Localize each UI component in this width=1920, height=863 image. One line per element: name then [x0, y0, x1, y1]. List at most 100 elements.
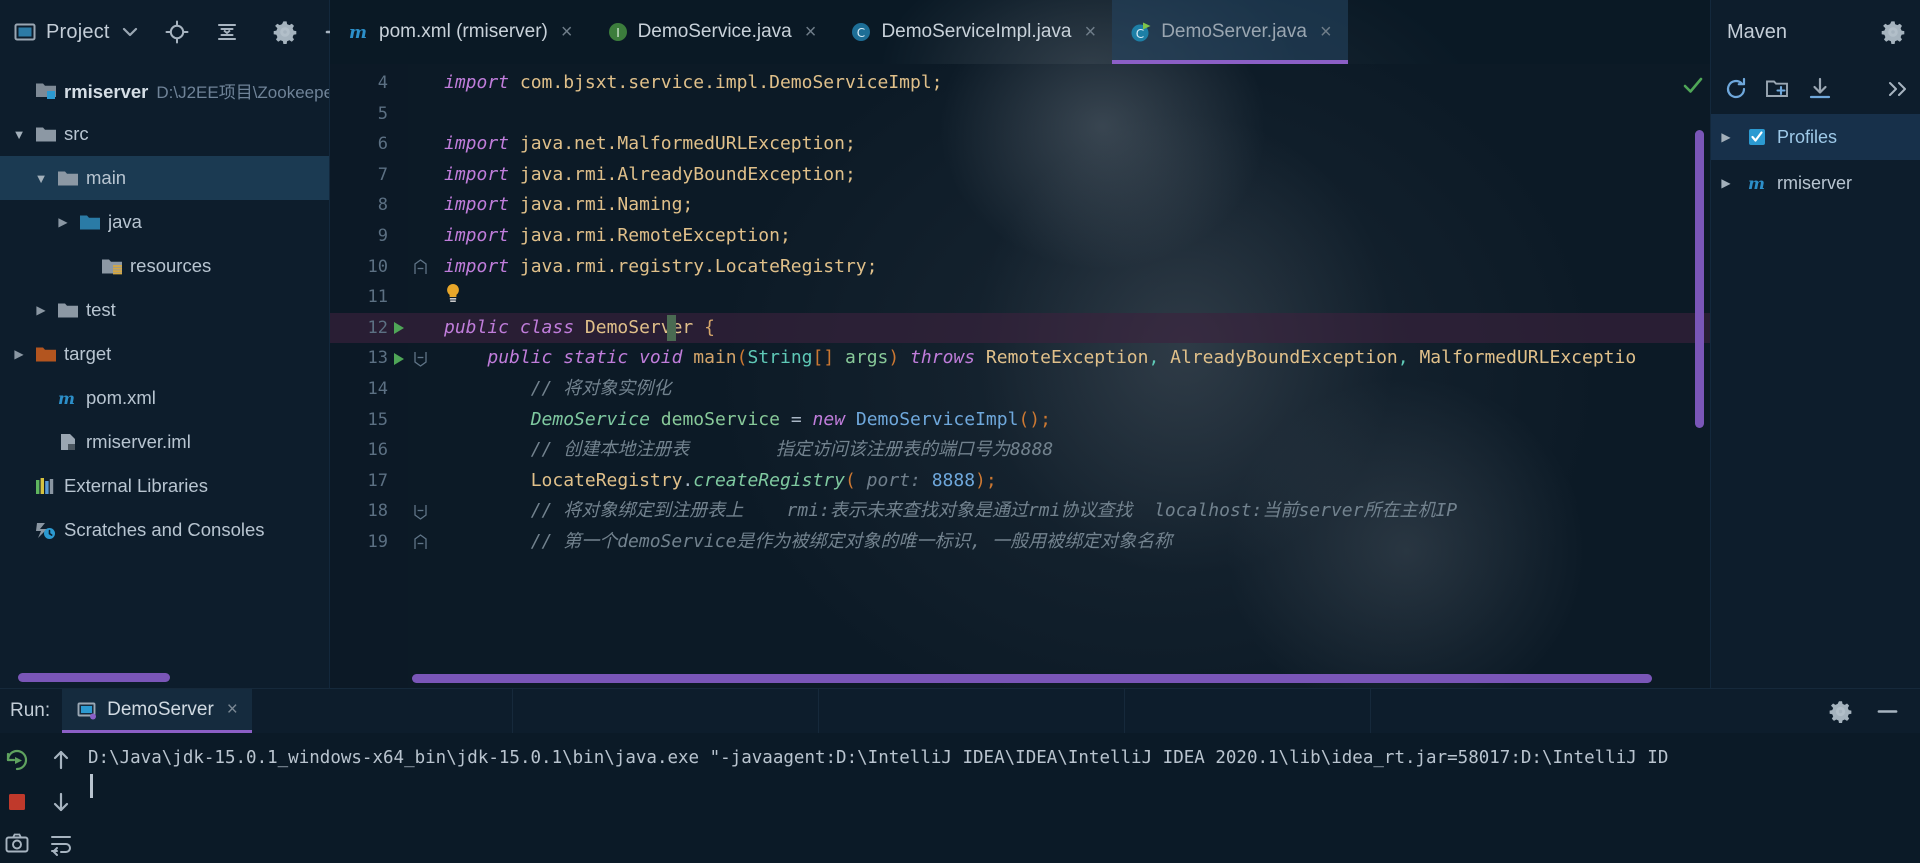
stop-icon[interactable] — [0, 783, 36, 821]
run-gutter-icon[interactable] — [388, 320, 410, 336]
close-icon[interactable]: × — [561, 22, 573, 42]
code-token: // 第一个demoService是作为被绑定对象的唯一标识, 一般用被绑定对象… — [444, 530, 1173, 552]
editor-tab-label: DemoService.java — [637, 21, 792, 42]
tree-row-src[interactable]: ▼ src — [0, 112, 329, 156]
gear-icon[interactable] — [1880, 19, 1906, 45]
tree-arrow-expanded[interactable]: ▼ — [6, 127, 32, 142]
code-editor[interactable]: 4 import com.bjsxt.service.impl.DemoServi… — [330, 64, 1710, 688]
code-line[interactable]: 17 LocateRegistry.createRegistry( port: … — [330, 466, 1710, 497]
scroll-up-icon[interactable] — [42, 741, 80, 779]
code-line[interactable]: 9 import java.rmi.RemoteException; — [330, 221, 1710, 252]
line-number: 8 — [377, 195, 388, 216]
tree-row-external-libraries[interactable]: External Libraries — [0, 464, 329, 508]
code-line[interactable]: 8 import java.rmi.Naming; — [330, 190, 1710, 221]
refresh-icon[interactable] — [1723, 76, 1749, 102]
inspection-ok-icon[interactable] — [1682, 74, 1704, 102]
chevron-down-icon[interactable] — [120, 22, 140, 42]
tree-row-pom-xml[interactable]: m pom.xml — [0, 376, 329, 420]
locate-icon[interactable] — [164, 19, 190, 45]
close-icon[interactable]: × — [1085, 22, 1097, 42]
editor-tab-demoserviceimpl[interactable]: C DemoServiceImpl.java × — [832, 0, 1112, 64]
gear-icon[interactable] — [272, 19, 298, 45]
line-number: 4 — [377, 73, 388, 93]
svg-text:m: m — [1748, 174, 1765, 193]
maven-row-profiles[interactable]: ▶ Profiles — [1711, 114, 1920, 160]
maven-file-icon: m — [54, 388, 82, 408]
line-number: 13 — [367, 348, 388, 369]
download-icon[interactable] — [1807, 76, 1833, 102]
project-title[interactable]: Project — [46, 21, 110, 44]
editor-tab-pom-xml[interactable]: m pom.xml (rmiserver) × — [330, 0, 589, 64]
more-icon[interactable] — [1886, 77, 1910, 101]
code-line[interactable]: 5 — [330, 99, 1710, 130]
camera-icon[interactable] — [0, 825, 36, 863]
code-line[interactable]: 14 // 将对象实例化 — [330, 374, 1710, 405]
fold-marker-icon[interactable] — [410, 259, 430, 275]
line-number: 9 — [377, 225, 388, 246]
code-line[interactable]: 19 // 第一个demoService是作为被绑定对象的唯一标识, 一般用被绑… — [330, 527, 1710, 558]
code-line[interactable]: 12 public class DemoServer { — [330, 312, 1710, 344]
editor-vertical-scrollbar[interactable] — [1695, 130, 1704, 428]
fold-marker-icon[interactable] — [410, 504, 430, 520]
code-line[interactable]: 13 public static void main(String[] args… — [330, 343, 1710, 374]
code-line[interactable]: 4 import com.bjsxt.service.impl.DemoServi… — [330, 68, 1710, 99]
editor-tab-demoservice[interactable]: I DemoService.java × — [589, 0, 833, 64]
tree-row-java[interactable]: ▶ java — [0, 200, 329, 244]
code-line[interactable]: 11 — [330, 282, 1710, 313]
tree-arrow-collapsed[interactable]: ▶ — [1715, 176, 1737, 190]
minimize-icon[interactable] — [1875, 699, 1900, 724]
code-line[interactable]: 16 // 创建本地注册表 指定访问该注册表的端口号为8888 — [330, 435, 1710, 466]
code-line[interactable]: 10 import java.rmi.registry.LocateRegistr… — [330, 252, 1710, 283]
maven-title: Maven — [1727, 20, 1788, 43]
tree-row-test[interactable]: ▶ test — [0, 288, 329, 332]
code-line[interactable]: 18 // 将对象绑定到注册表上 rmi:表示未来查找对象是通过rmi协议查找 … — [330, 496, 1710, 527]
tree-row-label: test — [86, 299, 116, 320]
tree-arrow-collapsed[interactable]: ▶ — [1715, 130, 1737, 144]
close-icon[interactable]: × — [805, 22, 817, 42]
tree-arrow-expanded[interactable]: ▼ — [28, 171, 54, 186]
tree-arrow-collapsed[interactable]: ▶ — [6, 347, 32, 361]
code-token: import — [444, 224, 520, 246]
intention-bulb-icon[interactable] — [444, 283, 462, 316]
project-tree[interactable]: rmiserverD:\J2EE项目\ZookeeperPro ▼ src ▼ … — [0, 64, 330, 688]
tree-row-scratches-and-consoles[interactable]: Scratches and Consoles — [0, 508, 329, 552]
collapse-all-icon[interactable] — [214, 19, 240, 45]
tree-arrow-collapsed[interactable]: ▶ — [28, 303, 54, 317]
code-token: import — [444, 255, 520, 277]
code-token: // 将对象绑定到注册表上 rmi:表示未来查找对象是通过rmi协议查找 loc… — [444, 500, 1458, 522]
soft-wrap-icon[interactable] — [42, 825, 80, 863]
run-tab-demoserver[interactable]: DemoServer × — [62, 689, 252, 733]
code-content[interactable]: 4 import com.bjsxt.service.impl.DemoServi… — [330, 64, 1710, 688]
tree-row-label: rmiserverD:\J2EE项目\ZookeeperPro — [64, 78, 329, 103]
editor-tabs: m pom.xml (rmiserver) × I DemoService.ja… — [330, 0, 1349, 64]
maven-row-rmiserver[interactable]: ▶ m rmiserver — [1711, 160, 1920, 206]
tree-row-rmiserver[interactable]: rmiserverD:\J2EE项目\ZookeeperPro — [0, 68, 329, 112]
code-line[interactable]: 6 import java.net.MalformedURLException; — [330, 129, 1710, 160]
run-gutter-icon[interactable] — [388, 351, 410, 367]
code-line[interactable]: 7 import java.rmi.AlreadyBoundException; — [330, 160, 1710, 191]
scroll-down-icon[interactable] — [42, 783, 80, 821]
add-folder-icon[interactable] — [1765, 76, 1791, 102]
code-line[interactable]: 15 DemoService demoService = new DemoSer… — [330, 405, 1710, 436]
maven-file-icon: m — [348, 21, 370, 43]
fold-marker-icon[interactable] — [410, 351, 430, 367]
project-horizontal-scrollbar[interactable] — [18, 673, 170, 682]
tree-arrow-collapsed[interactable]: ▶ — [50, 215, 76, 229]
editor-horizontal-scrollbar[interactable] — [412, 674, 1652, 683]
rerun-icon[interactable] — [0, 741, 36, 779]
code-token: ; — [1040, 408, 1051, 430]
tree-row-target[interactable]: ▶ target — [0, 332, 329, 376]
tree-row-rmiserver-iml[interactable]: rmiserver.iml — [0, 420, 329, 464]
run-tab-label: DemoServer — [107, 698, 214, 720]
code-token: import — [444, 72, 520, 93]
editor-tab-demoserver[interactable]: C DemoServer.java × — [1112, 0, 1349, 64]
interface-icon: I — [607, 21, 629, 43]
console-output[interactable]: D:\Java\jdk-15.0.1_windows-x64_bin\jdk-1… — [78, 733, 1920, 863]
close-icon[interactable]: × — [227, 699, 238, 721]
gear-icon[interactable] — [1828, 699, 1853, 724]
tree-row-main[interactable]: ▼ main — [0, 156, 329, 200]
close-icon[interactable]: × — [1320, 22, 1332, 42]
tree-row-resources[interactable]: resources — [0, 244, 329, 288]
fold-marker-icon[interactable] — [410, 534, 430, 550]
